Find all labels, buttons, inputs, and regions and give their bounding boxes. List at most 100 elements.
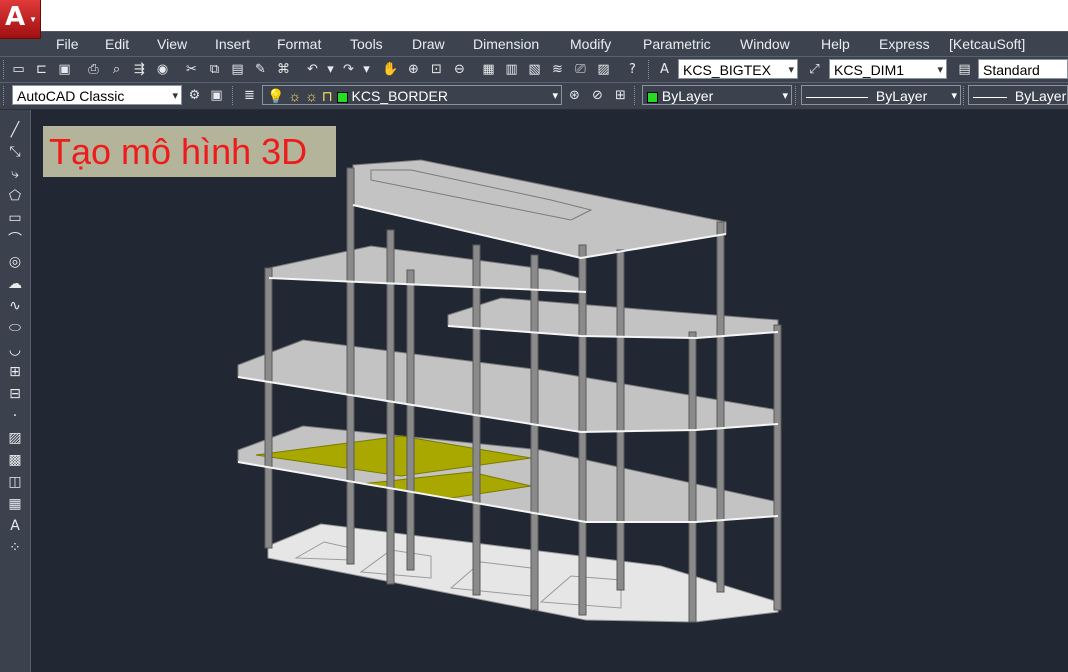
menu-parametric[interactable]: Parametric — [643, 36, 711, 52]
draw-toolbar: ╱ ⤡ ⤷ ⬠ ▭ ⌒ ◎ ☁ ∿ ⬭ ◡ ⊞ ⊟ · ▨ ▩ ◫ ▦ A ⁘ — [0, 110, 31, 672]
color-value: ByLayer — [661, 88, 714, 104]
foundation-beams — [267, 523, 779, 623]
color-dropdown[interactable]: ByLayer ▾ — [642, 85, 792, 105]
toolbar-grip[interactable] — [3, 60, 7, 79]
spline-icon[interactable]: ∿ — [5, 296, 25, 316]
linetype-dropdown[interactable]: ByLayer ▾ — [801, 85, 961, 105]
workspace-dropdown[interactable]: AutoCAD Classic ▾ — [12, 85, 182, 105]
tool-palettes-icon[interactable]: ▧ — [526, 61, 543, 78]
menu-edit[interactable]: Edit — [105, 36, 129, 52]
point-icon[interactable]: · — [5, 406, 25, 426]
menu-dimension[interactable]: Dimension — [473, 36, 539, 52]
menu-draw[interactable]: Draw — [412, 36, 445, 52]
revision-cloud-icon[interactable]: ☁ — [5, 274, 25, 294]
zoom-window-icon[interactable]: ⊡ — [428, 61, 445, 78]
hatch-icon[interactable]: ▨ — [5, 428, 25, 448]
application-menu-button[interactable]: A ▼ — [0, 0, 41, 39]
chevron-down-icon: ▾ — [937, 64, 943, 76]
text-style-icon[interactable]: A — [656, 61, 673, 78]
sheet-set-icon[interactable]: ≋ — [549, 61, 566, 78]
redo-icon[interactable]: ↷ — [340, 61, 357, 78]
print-icon[interactable]: ⎙ — [85, 61, 102, 78]
print-preview-icon[interactable]: ⌕ — [108, 61, 125, 78]
open-file-icon[interactable]: ⊏ — [33, 61, 50, 78]
undo-icon[interactable]: ↶ — [304, 61, 321, 78]
table-style-icon[interactable]: ▤ — [956, 61, 973, 78]
ellipse-icon[interactable]: ⬭ — [5, 318, 25, 338]
menu-express[interactable]: Express — [879, 36, 930, 52]
sun-viewport-icon: ☼ — [305, 88, 318, 104]
add-selected-icon[interactable]: ⁘ — [5, 538, 25, 558]
table-icon[interactable]: ▦ — [5, 494, 25, 514]
menu-ketcausoft[interactable]: [KetcauSoft] — [949, 36, 1025, 52]
text-style-dropdown[interactable]: KCS_BIGTEX ▾ — [678, 59, 798, 79]
dimension-style-dropdown[interactable]: KCS_DIM1 ▾ — [829, 59, 947, 79]
cut-icon[interactable]: ✂ — [183, 61, 200, 78]
zoom-realtime-icon[interactable]: ⊕ — [405, 61, 422, 78]
arc-icon[interactable]: ⌒ — [5, 230, 25, 250]
help-icon[interactable]: ? — [624, 61, 641, 78]
chevron-down-icon: ▾ — [951, 90, 957, 102]
match-properties-icon[interactable]: ✎ — [252, 61, 269, 78]
menu-window[interactable]: Window — [740, 36, 790, 52]
sun-icon: ☼ — [288, 88, 302, 104]
construction-line-icon[interactable]: ⤡ — [5, 142, 25, 162]
layer-previous-icon[interactable]: ⊘ — [589, 87, 606, 104]
zoom-previous-icon[interactable]: ⊖ — [451, 61, 468, 78]
layer-dropdown[interactable]: 💡 ☼ ☼ ⊓ KCS_BORDER ▾ — [262, 85, 562, 105]
menu-help[interactable]: Help — [821, 36, 850, 52]
polyline-icon[interactable]: ⤷ — [5, 164, 25, 184]
toolbar-grip[interactable] — [232, 86, 236, 105]
menu-insert[interactable]: Insert — [215, 36, 250, 52]
dimension-style-value: KCS_DIM1 — [834, 62, 905, 78]
multiline-text-icon[interactable]: A — [5, 516, 25, 536]
calculator-icon[interactable]: ▨ — [595, 61, 612, 78]
ellipse-arc-icon[interactable]: ◡ — [5, 340, 25, 360]
properties-icon[interactable]: ▦ — [480, 61, 497, 78]
toolbar-grip[interactable] — [3, 86, 7, 105]
clean-screen-icon[interactable]: ▣ — [208, 87, 225, 104]
layer-color-swatch — [336, 91, 348, 103]
polygon-icon[interactable]: ⬠ — [5, 186, 25, 206]
toolbar-grip[interactable] — [795, 86, 799, 105]
lineweight-dropdown[interactable]: ByLayer — [968, 85, 1068, 105]
chevron-down-icon: ▾ — [172, 90, 178, 102]
3d-dwf-icon[interactable]: ◉ — [154, 61, 171, 78]
model-caption: Tạo mô hình 3D — [43, 126, 336, 177]
layer-properties-icon[interactable]: ≣ — [241, 87, 258, 104]
insert-block-icon[interactable]: ⊞ — [5, 362, 25, 382]
menu-tools[interactable]: Tools — [350, 36, 383, 52]
color-swatch — [647, 91, 658, 103]
dimension-style-icon[interactable]: ⤢ — [806, 61, 823, 78]
region-icon[interactable]: ◫ — [5, 472, 25, 492]
publish-icon[interactable]: ⇶ — [131, 61, 148, 78]
toolbar-grip[interactable] — [634, 86, 638, 105]
toolbar-grip[interactable] — [963, 86, 967, 105]
table-style-value: Standard — [983, 62, 1040, 78]
gradient-icon[interactable]: ▩ — [5, 450, 25, 470]
markup-icon[interactable]: ⎚ — [572, 61, 589, 78]
save-icon[interactable]: ▣ — [56, 61, 73, 78]
design-center-icon[interactable]: ▥ — [503, 61, 520, 78]
layer-state-icon[interactable]: ⊞ — [612, 87, 629, 104]
circle-icon[interactable]: ◎ — [5, 252, 25, 272]
lineweight-line-sample — [973, 96, 1007, 98]
undo-dropdown-icon[interactable]: ▾ — [322, 61, 339, 78]
menu-modify[interactable]: Modify — [570, 36, 611, 52]
paste-icon[interactable]: ▤ — [229, 61, 246, 78]
make-current-layer-icon[interactable]: ⊛ — [566, 87, 583, 104]
menu-format[interactable]: Format — [277, 36, 321, 52]
pan-icon[interactable]: ✋ — [382, 61, 399, 78]
table-style-dropdown[interactable]: Standard — [978, 59, 1068, 79]
make-block-icon[interactable]: ⊟ — [5, 384, 25, 404]
rectangle-icon[interactable]: ▭ — [5, 208, 25, 228]
menu-file[interactable]: File — [56, 36, 79, 52]
toolbar-grip[interactable] — [648, 60, 652, 79]
workspace-settings-icon[interactable]: ⚙ — [186, 87, 203, 104]
menu-view[interactable]: View — [157, 36, 187, 52]
redo-dropdown-icon[interactable]: ▾ — [358, 61, 375, 78]
new-file-icon[interactable]: ▭ — [10, 61, 27, 78]
line-icon[interactable]: ╱ — [5, 120, 25, 140]
block-editor-icon[interactable]: ⌘ — [275, 61, 292, 78]
copy-icon[interactable]: ⧉ — [206, 61, 223, 78]
